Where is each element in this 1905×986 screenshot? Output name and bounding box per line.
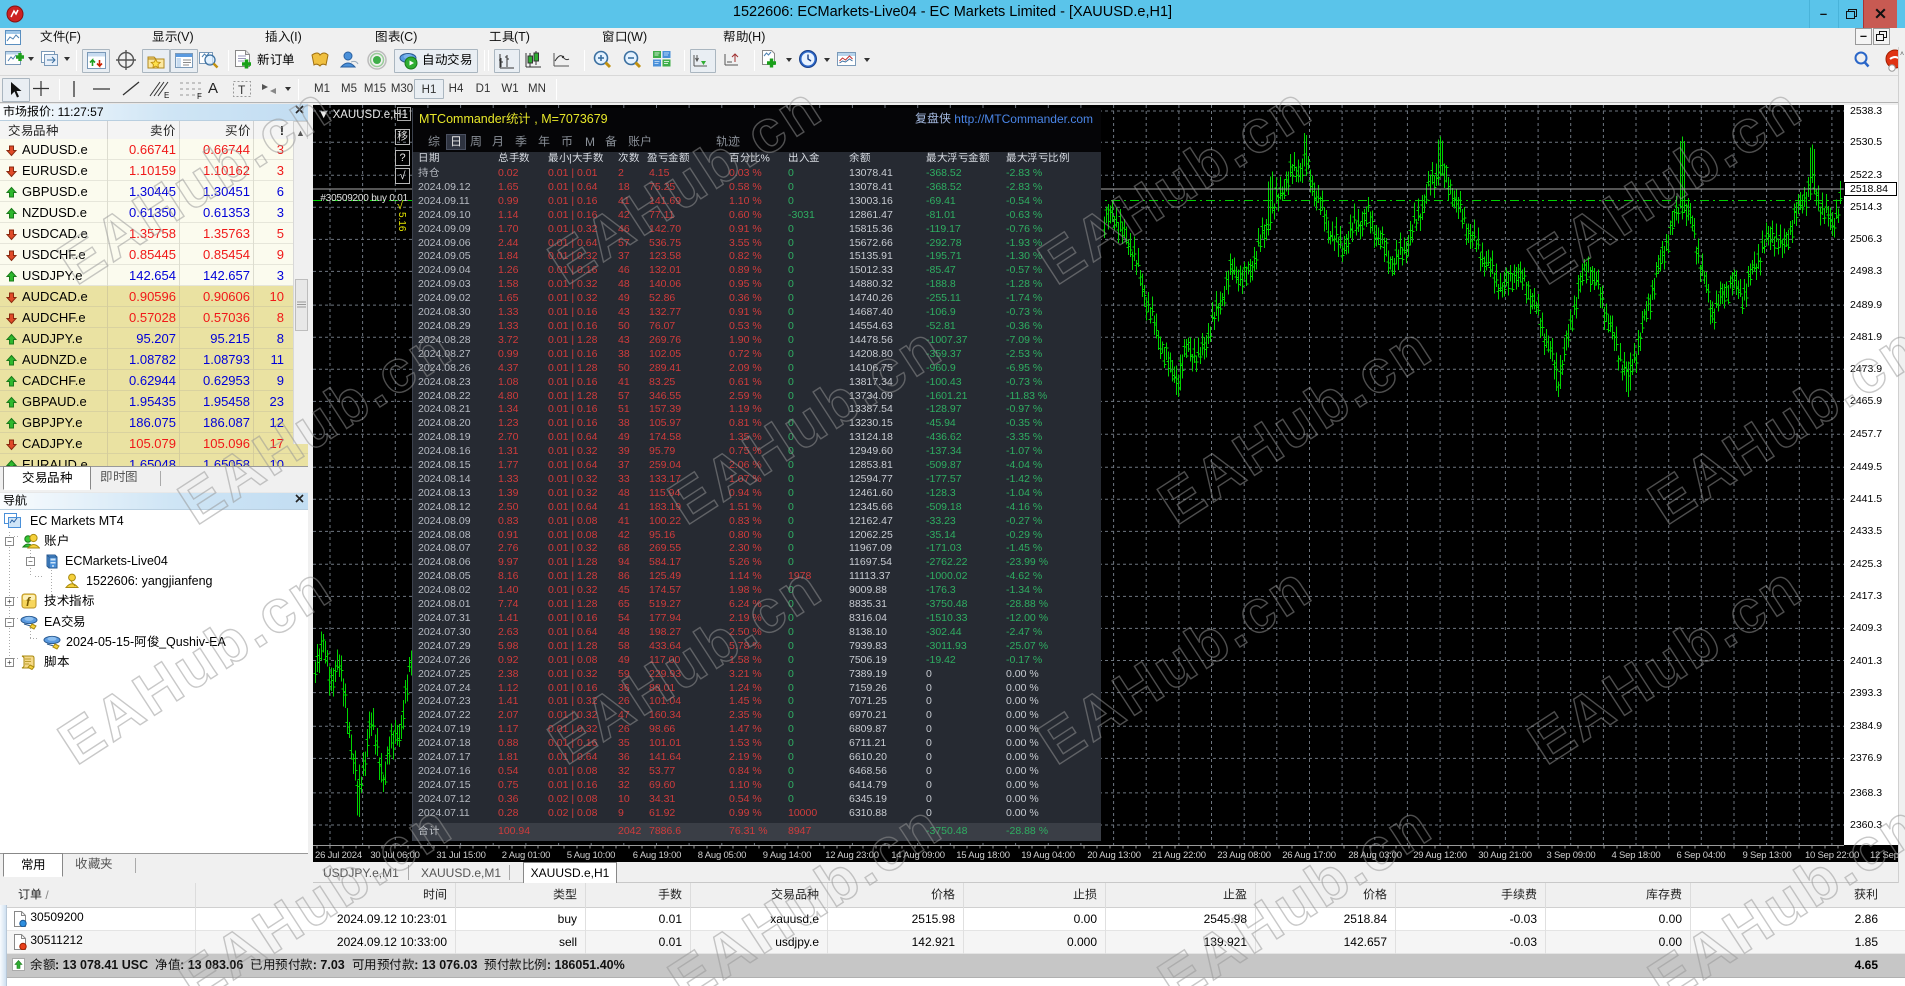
svg-text:E: E	[164, 91, 169, 100]
svg-text:F: F	[197, 92, 202, 101]
svg-text:T: T	[238, 83, 246, 97]
